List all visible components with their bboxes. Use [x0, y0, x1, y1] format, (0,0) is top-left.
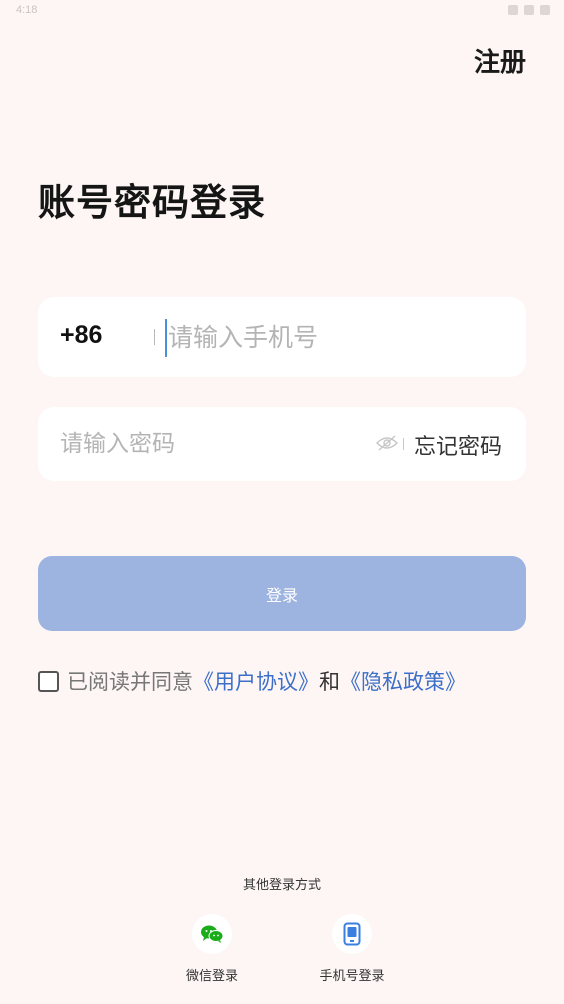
divider: [154, 329, 155, 345]
other-login-title: 其他登录方式: [242, 878, 321, 893]
phone-field: +86: [38, 297, 526, 377]
privacy-policy-link[interactable]: 《隐私政策》: [340, 666, 466, 696]
forgot-password-link[interactable]: 忘记密码: [414, 429, 502, 461]
login-button[interactable]: 登录: [38, 556, 526, 631]
agreement-checkbox[interactable]: [38, 670, 59, 692]
eye-off-icon[interactable]: [376, 434, 398, 452]
wechat-login-label: 微信登录: [185, 969, 238, 984]
status-time: 4:18: [16, 4, 38, 16]
status-bar: 4:18: [0, 0, 564, 24]
phone-icon-circle: [332, 914, 372, 954]
page-title: 账号密码登录: [38, 181, 266, 224]
divider: [403, 438, 404, 450]
password-input[interactable]: [60, 423, 360, 465]
phone-login-button[interactable]: 手机号登录: [297, 914, 407, 984]
password-field: 忘记密码: [38, 407, 526, 481]
country-code-selector[interactable]: +86: [60, 321, 102, 350]
agreement-row: 已阅读并同意 《用户协议》 和 《隐私政策》: [38, 666, 466, 696]
text-caret: [165, 319, 167, 357]
register-link[interactable]: 注册: [474, 42, 526, 79]
agreement-and: 和: [319, 670, 340, 694]
user-agreement-link[interactable]: 《用户协议》: [193, 666, 319, 696]
phone-login-label: 手机号登录: [319, 969, 385, 984]
signal-icon: [524, 5, 534, 15]
agreement-prefix: 已阅读并同意: [67, 670, 193, 694]
status-icons: [508, 5, 550, 15]
battery-icon: [540, 5, 550, 15]
wechat-login-button[interactable]: 微信登录: [157, 914, 267, 984]
phone-input[interactable]: [168, 315, 498, 359]
wifi-icon: [508, 5, 518, 15]
wechat-icon: [201, 925, 224, 943]
wechat-icon-circle: [192, 914, 232, 954]
mobile-phone-icon: [343, 922, 361, 946]
login-screen: 4:18 注册 账号密码登录 +86 忘记密码 登录 已阅读并同意 《用户协议》…: [0, 0, 564, 1004]
